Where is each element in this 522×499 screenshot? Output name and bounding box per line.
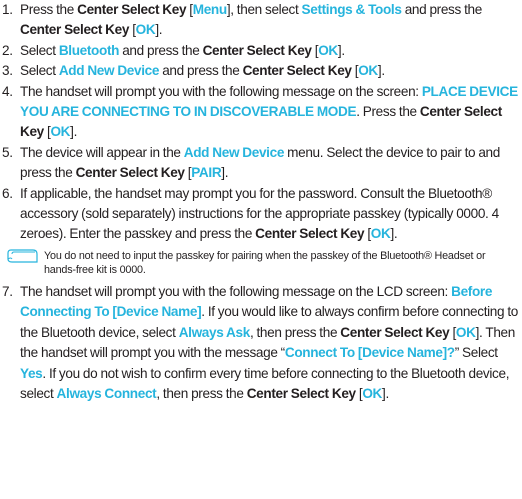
- key-name: Center Select Key: [255, 226, 365, 242]
- step-text-run: ].: [70, 124, 78, 140]
- step-number: 2.: [2, 42, 13, 58]
- highlighted-term: OK: [370, 226, 391, 242]
- highlighted-term: OK: [135, 22, 156, 38]
- step-text: Select Add New Device and press the Cent…: [20, 61, 518, 81]
- step-item: 1. Press the Center Select Key [Menu], th…: [2, 0, 518, 41]
- step-text-run: Select: [20, 42, 59, 58]
- highlighted-term: Always Ask: [178, 324, 251, 340]
- step-text: If applicable, the handset may prompt yo…: [20, 184, 518, 245]
- step-number: 7.: [2, 283, 13, 299]
- highlighted-term: Menu: [192, 2, 227, 17]
- step-text: The handset will prompt you with the fol…: [20, 282, 518, 404]
- step-text-run: ].: [221, 165, 229, 181]
- step-number: 4.: [2, 83, 13, 99]
- note-text: You do not need to input the passkey for…: [44, 249, 486, 276]
- step-number: 5.: [2, 144, 13, 160]
- step-text-run: ” Select: [454, 345, 498, 361]
- highlighted-term: OK: [455, 324, 476, 340]
- key-name: Center Select Key: [77, 2, 187, 17]
- step-text-run: The device will appear in the: [20, 144, 184, 160]
- step-text-run: ].: [382, 385, 389, 401]
- highlighted-term: OK: [50, 124, 71, 140]
- key-name: Center Select Key: [340, 324, 450, 340]
- step-text-run: ], then select: [226, 2, 302, 17]
- highlighted-term: Bluetooth: [58, 42, 120, 58]
- steps-list: 1. Press the Center Select Key [Menu], th…: [2, 0, 518, 245]
- step-text-run: Press the: [20, 2, 78, 17]
- step-text: The handset will prompt you with the fol…: [20, 82, 518, 143]
- key-name: Center Select Key: [242, 63, 352, 79]
- steps-list-continued: 7. The handset will prompt you with the f…: [2, 282, 518, 404]
- step-text-run: ].: [337, 42, 345, 58]
- step-item: 7. The handset will prompt you with the f…: [2, 282, 518, 404]
- highlighted-term: Yes: [20, 365, 43, 381]
- highlighted-term: OK: [318, 42, 338, 58]
- instruction-document: 1. Press the Center Select Key [Menu], th…: [2, 0, 518, 404]
- step-number: 6.: [2, 185, 13, 201]
- step-number: 1.: [2, 2, 13, 17]
- step-item: 2. Select Bluetooth and press the Center …: [2, 41, 518, 61]
- highlighted-term: Settings & Tools: [301, 2, 402, 17]
- step-item: 4. The handset will prompt you with the f…: [2, 82, 518, 143]
- key-name: Center Select Key: [75, 165, 185, 181]
- step-text-run: and press the: [401, 2, 483, 17]
- step-text: Press the Center Select Key [Menu], then…: [20, 0, 518, 41]
- highlighted-term: OK: [362, 385, 383, 401]
- note: You do not need to input the passkey for…: [2, 249, 518, 277]
- step-text-run: ].: [155, 22, 163, 38]
- highlighted-term: Connect To [Device Name]?: [284, 345, 455, 361]
- step-text-run: Select: [20, 63, 59, 79]
- key-name: Center Select Key: [246, 385, 356, 401]
- step-text-run: , then press the: [156, 385, 247, 401]
- highlighted-term: Add New Device: [58, 63, 160, 79]
- step-number: 3.: [2, 63, 13, 79]
- highlighted-term: Add New Device: [183, 144, 285, 160]
- step-text: The device will appear in the Add New De…: [20, 143, 518, 184]
- highlighted-term: OK: [358, 63, 378, 79]
- step-text-run: and press the: [119, 42, 203, 58]
- highlighted-term: Always Connect: [56, 385, 157, 401]
- step-text-run: and press the: [159, 63, 243, 79]
- key-name: Center Select Key: [202, 42, 312, 58]
- step-text-run: ].: [377, 63, 385, 79]
- step-text: Select Bluetooth and press the Center Se…: [20, 41, 518, 61]
- highlighted-term: PAIR: [191, 165, 222, 181]
- step-item: 5. The device will appear in the Add New …: [2, 143, 518, 184]
- step-text-run: ].: [390, 226, 398, 242]
- key-name: Center Select Key: [20, 22, 130, 38]
- note-icon: [2, 249, 44, 265]
- step-text-run: The handset will prompt you with the fol…: [20, 83, 422, 99]
- step-text-run: , then press the: [249, 324, 341, 340]
- step-item: 3. Select Add New Device and press the Ce…: [2, 61, 518, 81]
- step-item: 6. If applicable, the handset may prompt …: [2, 184, 518, 245]
- step-text-run: The handset will prompt you with the fol…: [20, 283, 452, 299]
- step-text-run: . Press the: [356, 104, 420, 120]
